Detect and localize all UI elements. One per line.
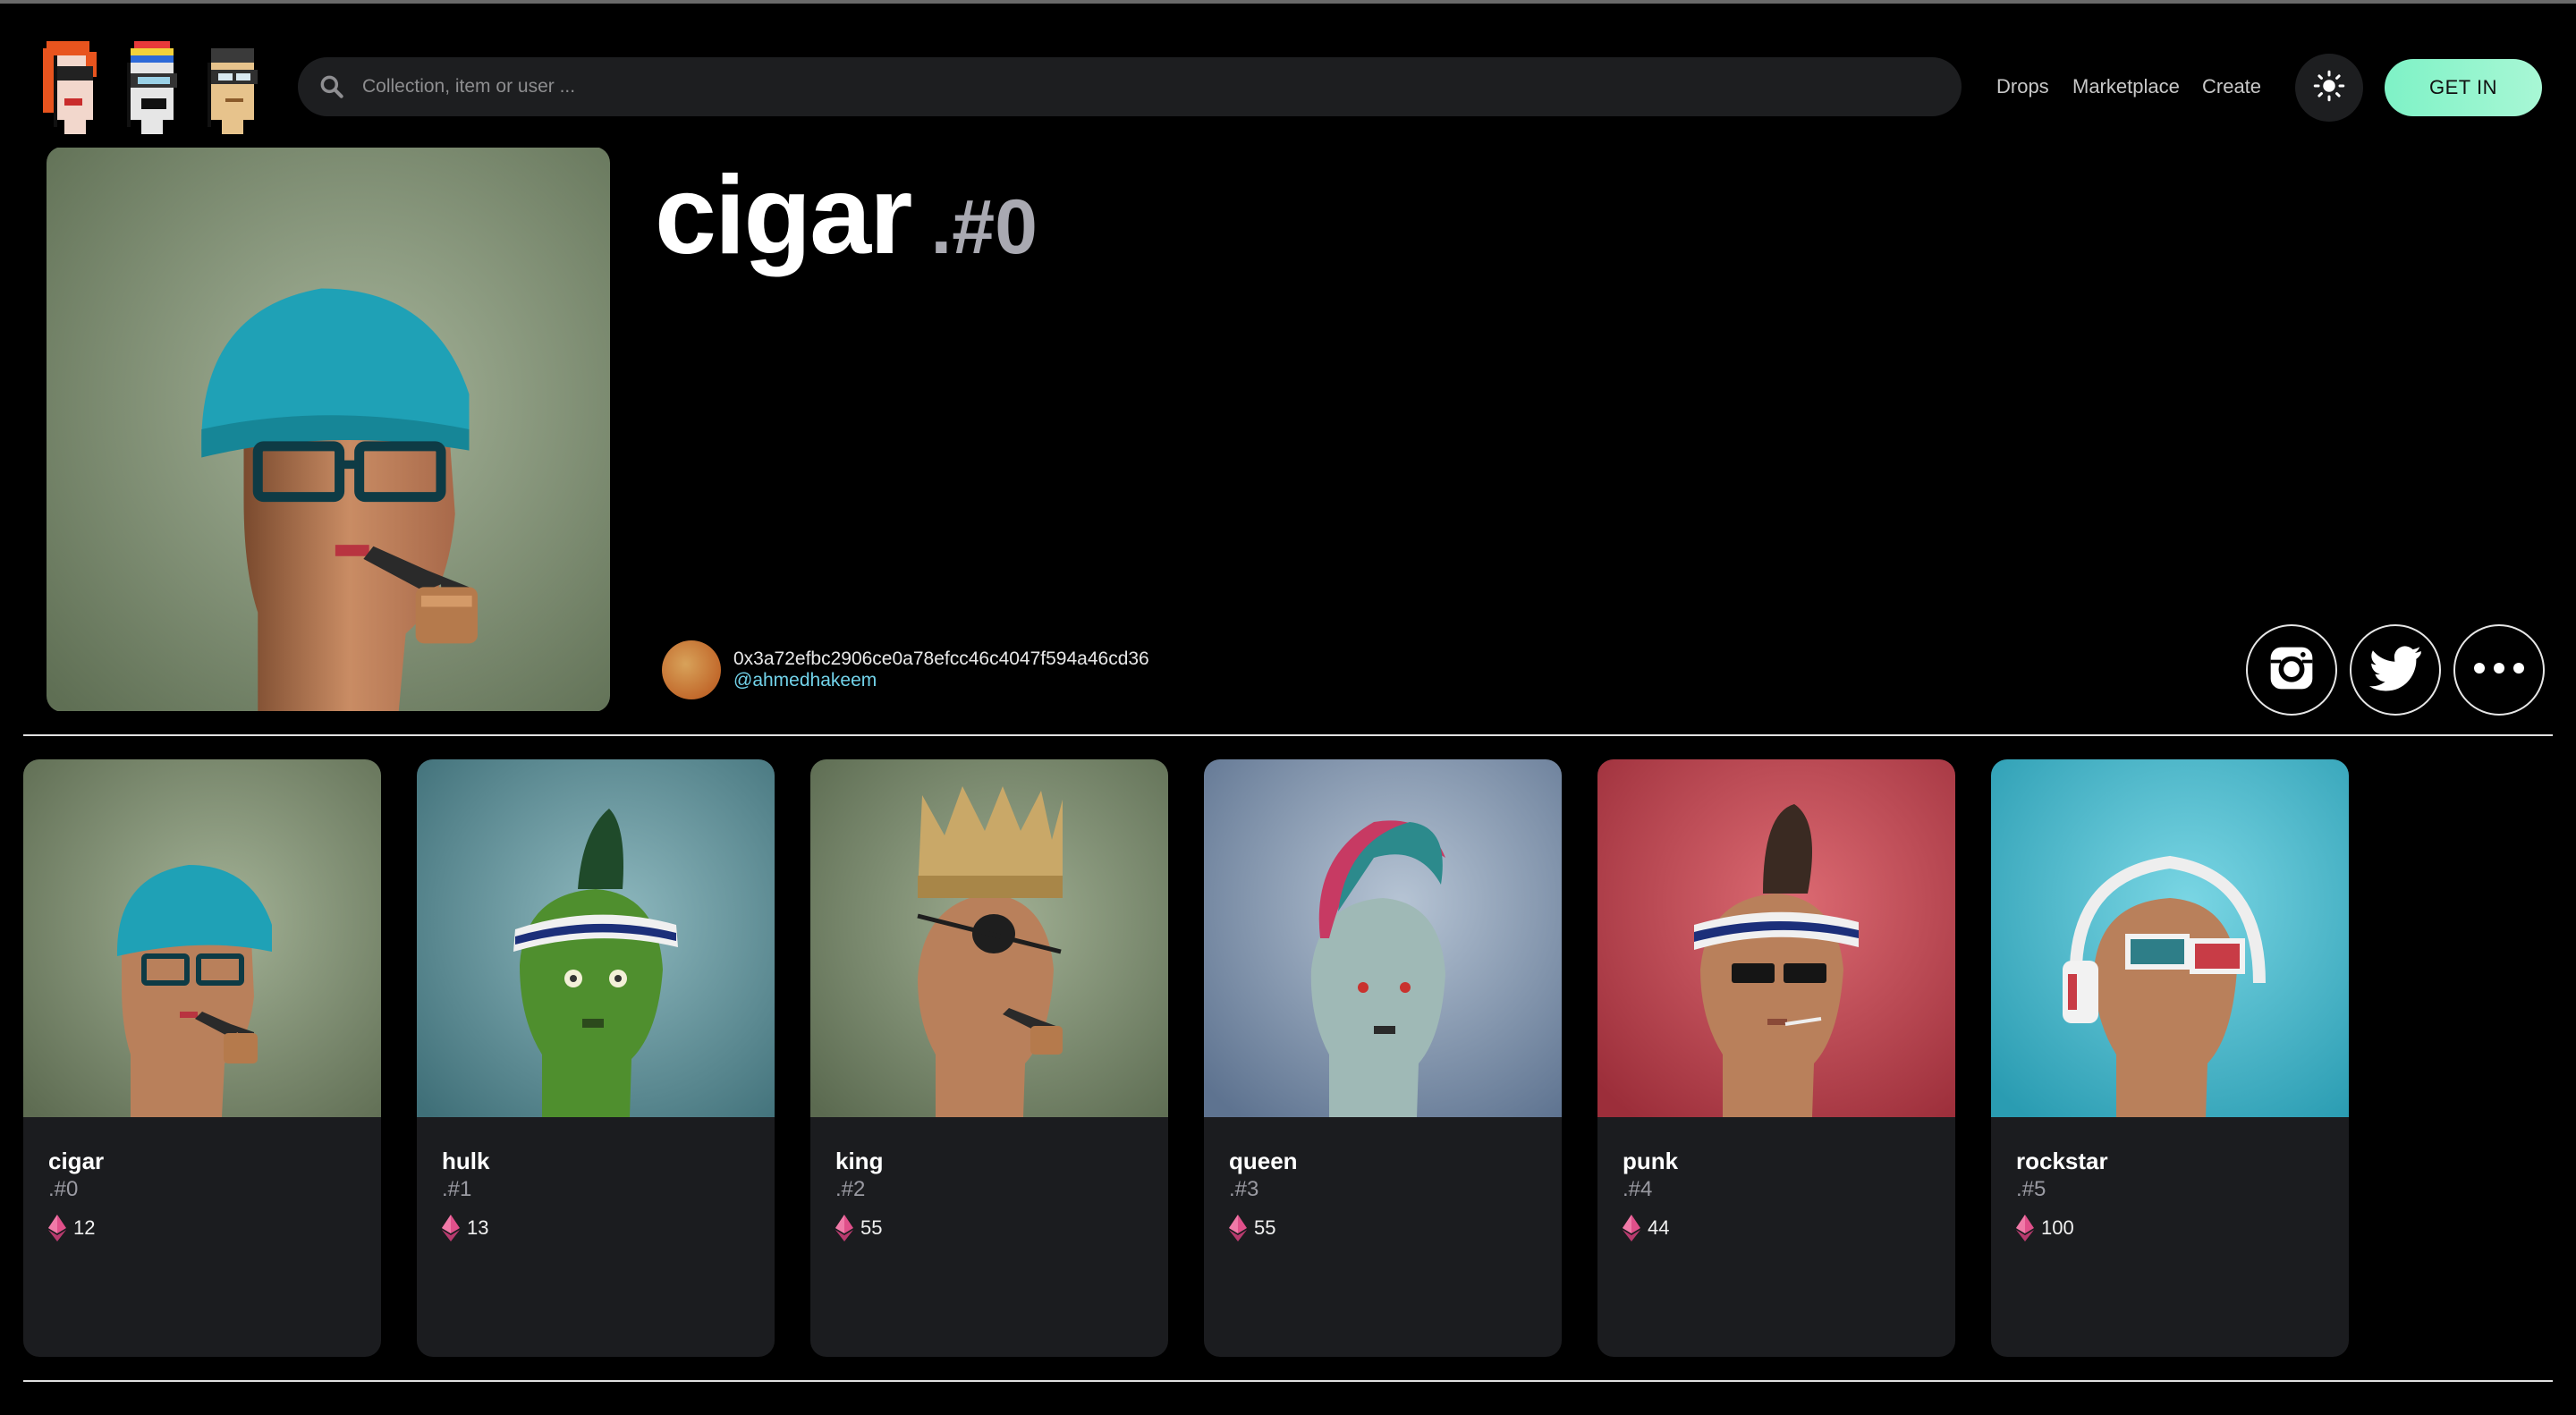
eth-icon [1229, 1215, 1247, 1241]
section-divider [23, 734, 2553, 736]
nft-card-hulk[interactable]: hulk .#1 13 [417, 759, 775, 1357]
nft-card-price-value: 13 [467, 1216, 489, 1239]
owner-info[interactable]: 0x3a72efbc2906ce0a78efcc46c4047f594a46cd… [662, 640, 1149, 699]
nft-card-price: 44 [1623, 1215, 1930, 1241]
nft-card-name: punk [1623, 1148, 1679, 1174]
more-icon [2470, 661, 2528, 680]
search-input[interactable] [362, 76, 1962, 97]
logo-punk-propeller-hat [116, 38, 188, 134]
nft-thumbnail [1597, 759, 1955, 1117]
nft-card-number: .#1 [442, 1177, 472, 1201]
owner-handle-link[interactable]: @ahmedhakeem [733, 670, 1149, 691]
nft-card-price: 13 [442, 1215, 750, 1241]
more-options-button[interactable] [2453, 624, 2545, 716]
hero-nft-image [47, 147, 610, 712]
nft-thumbnail [23, 759, 381, 1117]
nft-card-name: cigar [48, 1148, 105, 1174]
sun-icon [2313, 70, 2345, 106]
nft-card-price: 12 [48, 1215, 356, 1241]
eth-icon [48, 1215, 66, 1241]
nft-card-number: .#5 [2016, 1177, 2046, 1201]
nft-card-price-value: 100 [2041, 1216, 2074, 1239]
nft-thumbnail [417, 759, 775, 1117]
nft-card-cigar[interactable]: cigar .#0 12 [23, 759, 381, 1357]
theme-toggle-button[interactable] [2295, 54, 2363, 122]
eth-icon [1623, 1215, 1640, 1241]
nft-card-number: .#0 [48, 1177, 79, 1201]
nft-card-number: .#2 [835, 1177, 866, 1201]
nft-card-punk[interactable]: punk .#4 44 [1597, 759, 1955, 1357]
nft-card-price-value: 12 [73, 1216, 96, 1239]
eth-icon [2016, 1215, 2034, 1241]
item-name: cigar [655, 154, 912, 277]
header: Drops Marketplace Create GET IN [0, 0, 2576, 143]
nft-card-number: .#4 [1623, 1177, 1653, 1201]
nav-marketplace[interactable]: Marketplace [2072, 75, 2180, 98]
nft-card-rockstar[interactable]: rockstar .#5 100 [1991, 759, 2349, 1357]
get-in-button[interactable]: GET IN [2385, 59, 2542, 116]
nft-card-price-value: 55 [1254, 1216, 1276, 1239]
nft-card-price-value: 55 [860, 1216, 883, 1239]
item-number: .#0 [930, 184, 1038, 270]
nft-card-name: rockstar [2016, 1148, 2108, 1174]
eth-icon [835, 1215, 853, 1241]
twitter-button[interactable] [2350, 624, 2441, 716]
nav-create[interactable]: Create [2202, 75, 2261, 98]
search-icon [318, 72, 346, 101]
logo-punk-red-hair [36, 38, 107, 134]
eth-icon [442, 1215, 460, 1241]
nft-card-name: queen [1229, 1148, 1298, 1174]
nft-card-price-value: 44 [1648, 1216, 1670, 1239]
nft-thumbnail [810, 759, 1168, 1117]
nft-card-price: 55 [835, 1215, 1143, 1241]
nft-card-price: 100 [2016, 1215, 2324, 1241]
logo-punk-glasses [197, 38, 268, 134]
site-logo[interactable] [36, 38, 270, 136]
owner-address: 0x3a72efbc2906ce0a78efcc46c4047f594a46cd… [733, 648, 1149, 669]
nft-card-name: hulk [442, 1148, 490, 1174]
nft-card-number: .#3 [1229, 1177, 1259, 1201]
collection-grid: cigar .#0 12 hulk .#1 13 king .#2 55 que… [23, 759, 2349, 1357]
search-bar[interactable] [298, 57, 1962, 116]
item-title: cigar .#0 [655, 152, 1038, 279]
nft-card-king[interactable]: king .#2 55 [810, 759, 1168, 1357]
owner-avatar[interactable] [662, 640, 721, 699]
twitter-icon [2368, 645, 2422, 696]
nft-card-price: 55 [1229, 1215, 1537, 1241]
footer-divider [23, 1380, 2553, 1382]
nft-card-queen[interactable]: queen .#3 55 [1204, 759, 1562, 1357]
nft-thumbnail [1204, 759, 1562, 1117]
nft-card-name: king [835, 1148, 884, 1174]
nav-drops[interactable]: Drops [1996, 75, 2049, 98]
nft-thumbnail [1991, 759, 2349, 1117]
instagram-button[interactable] [2246, 624, 2337, 716]
instagram-icon [2267, 643, 2317, 698]
